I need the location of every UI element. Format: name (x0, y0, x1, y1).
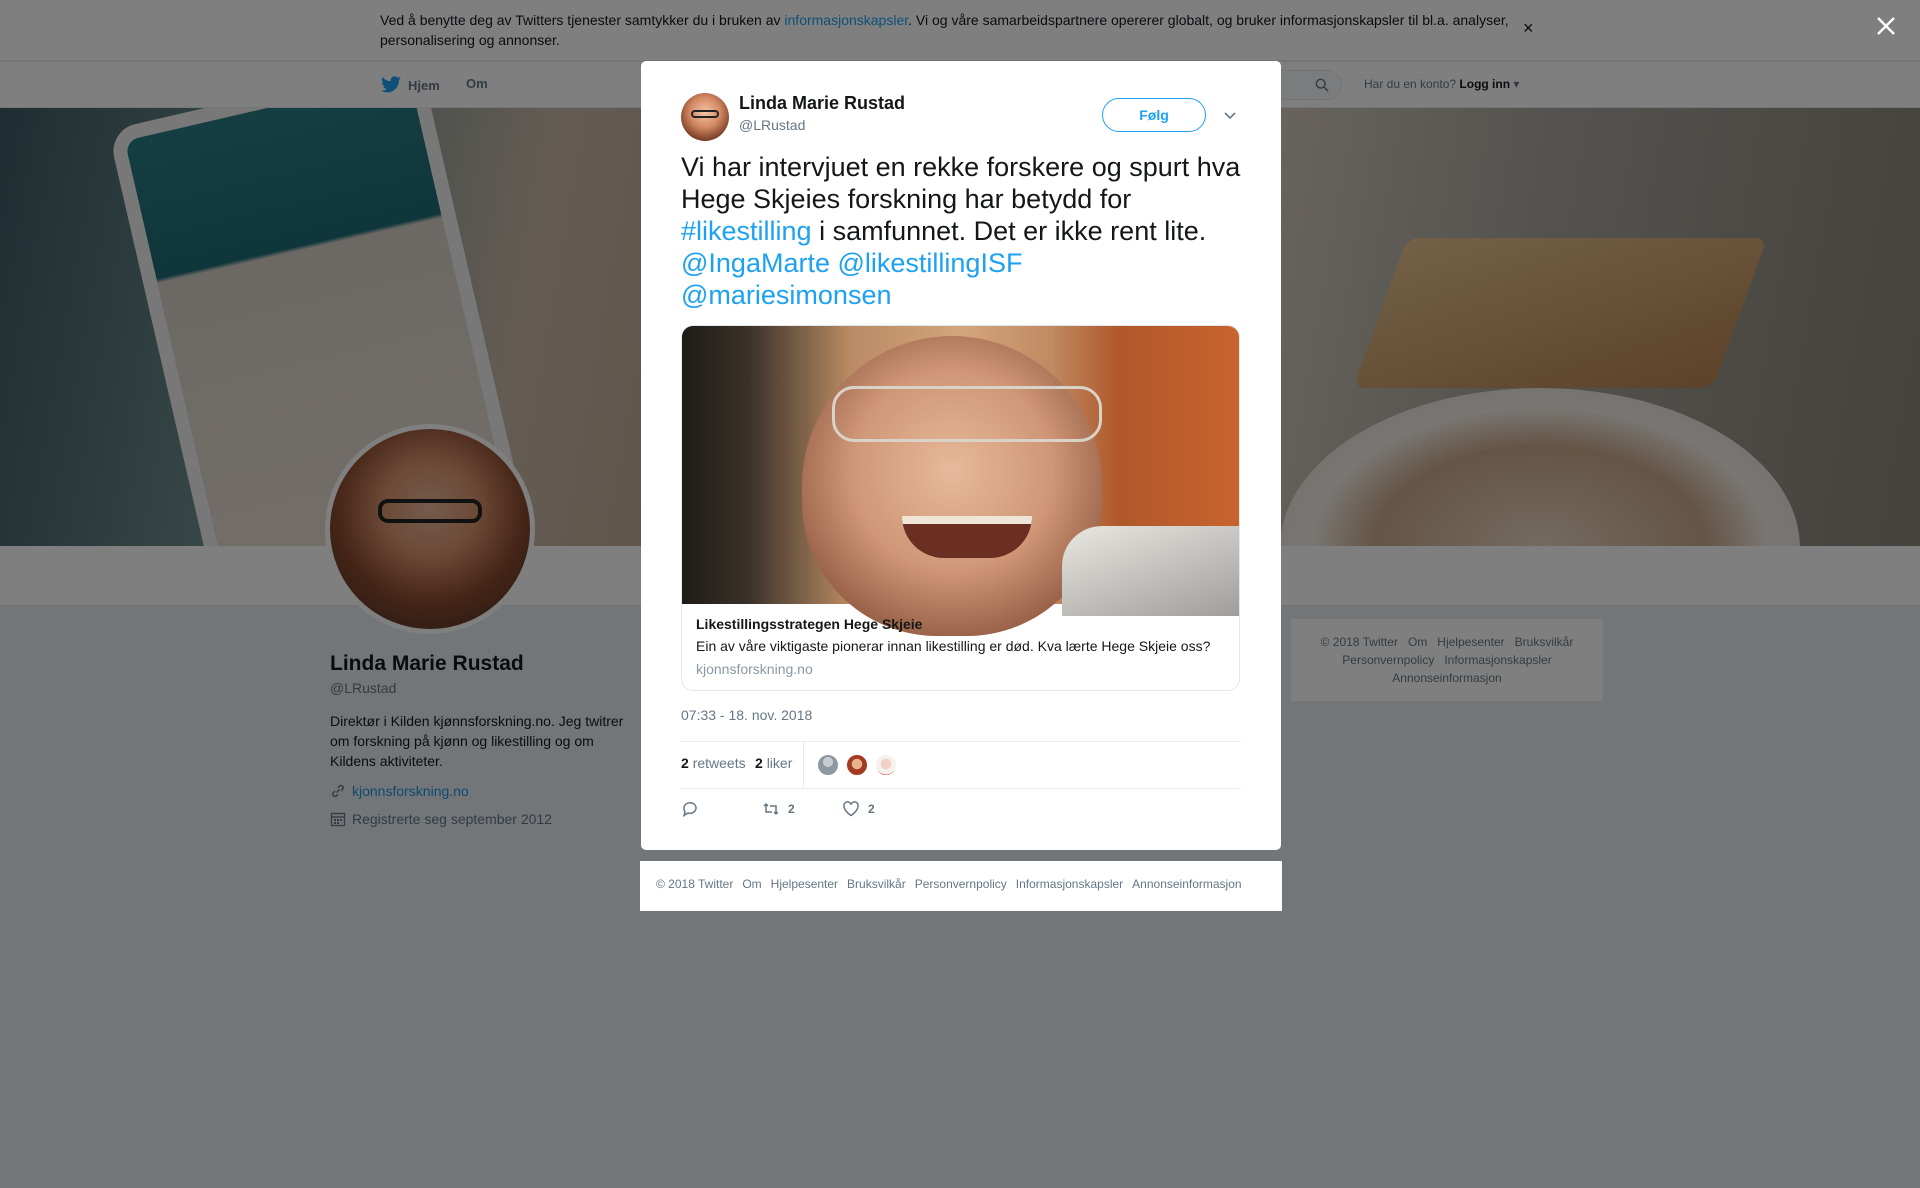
retweet-icon (763, 802, 779, 816)
card-image (682, 326, 1239, 636)
avatar-glasses (691, 110, 719, 118)
card-description: Ein av våre viktigaste pionerar innan li… (696, 638, 1211, 654)
footer-help[interactable]: Hjelpesenter (771, 877, 838, 891)
retweet-action-count: 2 (788, 802, 795, 816)
card-image-face (802, 336, 1102, 636)
footer-privacy[interactable]: Personvernpolicy (915, 877, 1007, 891)
tweet-timestamp[interactable]: 07:33 - 18. nov. 2018 (681, 707, 812, 723)
like-button[interactable]: 2 (842, 800, 875, 818)
footer-terms[interactable]: Bruksvilkår (847, 877, 906, 891)
retweet-button[interactable]: 2 (762, 800, 795, 818)
stats-divider (803, 742, 804, 788)
close-icon[interactable] (1872, 12, 1900, 40)
reply-icon (682, 801, 697, 818)
like-count: 2 (755, 755, 763, 771)
card-domain: kjonnsforskning.no (696, 661, 813, 677)
card-image-scarf (1062, 526, 1239, 616)
heart-icon (843, 801, 859, 817)
footer-about[interactable]: Om (742, 877, 761, 891)
like-action-count: 2 (868, 802, 875, 816)
footer-copyright: © 2018 Twitter (656, 877, 734, 891)
tweet-modal: Linda Marie Rustad @LRustad Følg Vi har … (641, 61, 1281, 850)
liker-avatar[interactable] (874, 753, 898, 777)
reply-button[interactable] (681, 800, 699, 818)
retweet-stat[interactable]: 2 retweets (681, 755, 746, 771)
follow-button[interactable]: Følg (1102, 98, 1206, 132)
tweet-author-avatar[interactable] (681, 93, 729, 141)
tweet-text-part1: Vi har intervjuet en rekke forskere og s… (681, 152, 1241, 214)
card-title: Likestillingsstrategen Hege Skjeie (696, 616, 923, 632)
chevron-down-icon[interactable] (1222, 107, 1238, 123)
tweet-stats: 2 retweets 2 liker (681, 741, 1241, 789)
mention-link[interactable]: @IngaMarte (681, 248, 830, 278)
mention-link[interactable]: @likestillingISF (838, 248, 1023, 278)
liker-avatar[interactable] (816, 753, 840, 777)
like-stat[interactable]: 2 liker (755, 755, 792, 771)
retweet-count: 2 (681, 755, 689, 771)
retweet-label: retweets (692, 755, 746, 771)
modal-footer: © 2018 Twitter Om Hjelpesenter Bruksvilkår P… (640, 861, 1282, 911)
card-image-glasses (832, 386, 1102, 442)
tweet-text-part2: i samfunnet. Det er ikke rent lite. (811, 216, 1207, 246)
liker-avatar[interactable] (845, 753, 869, 777)
tweet-author-name[interactable]: Linda Marie Rustad (739, 93, 905, 114)
mention-link[interactable]: @mariesimonsen (681, 280, 891, 310)
footer-cookies[interactable]: Informasjonskapsler (1016, 877, 1123, 891)
like-label: liker (766, 755, 793, 771)
footer-ads[interactable]: Annonseinformasjon (1132, 877, 1241, 891)
tweet-author-handle[interactable]: @LRustad (739, 117, 805, 133)
link-preview-card[interactable]: Likestillingsstrategen Hege Skjeie Ein a… (681, 325, 1240, 691)
tweet-text: Vi har intervjuet en rekke forskere og s… (681, 151, 1251, 311)
hashtag-link[interactable]: #likestilling (681, 216, 812, 246)
